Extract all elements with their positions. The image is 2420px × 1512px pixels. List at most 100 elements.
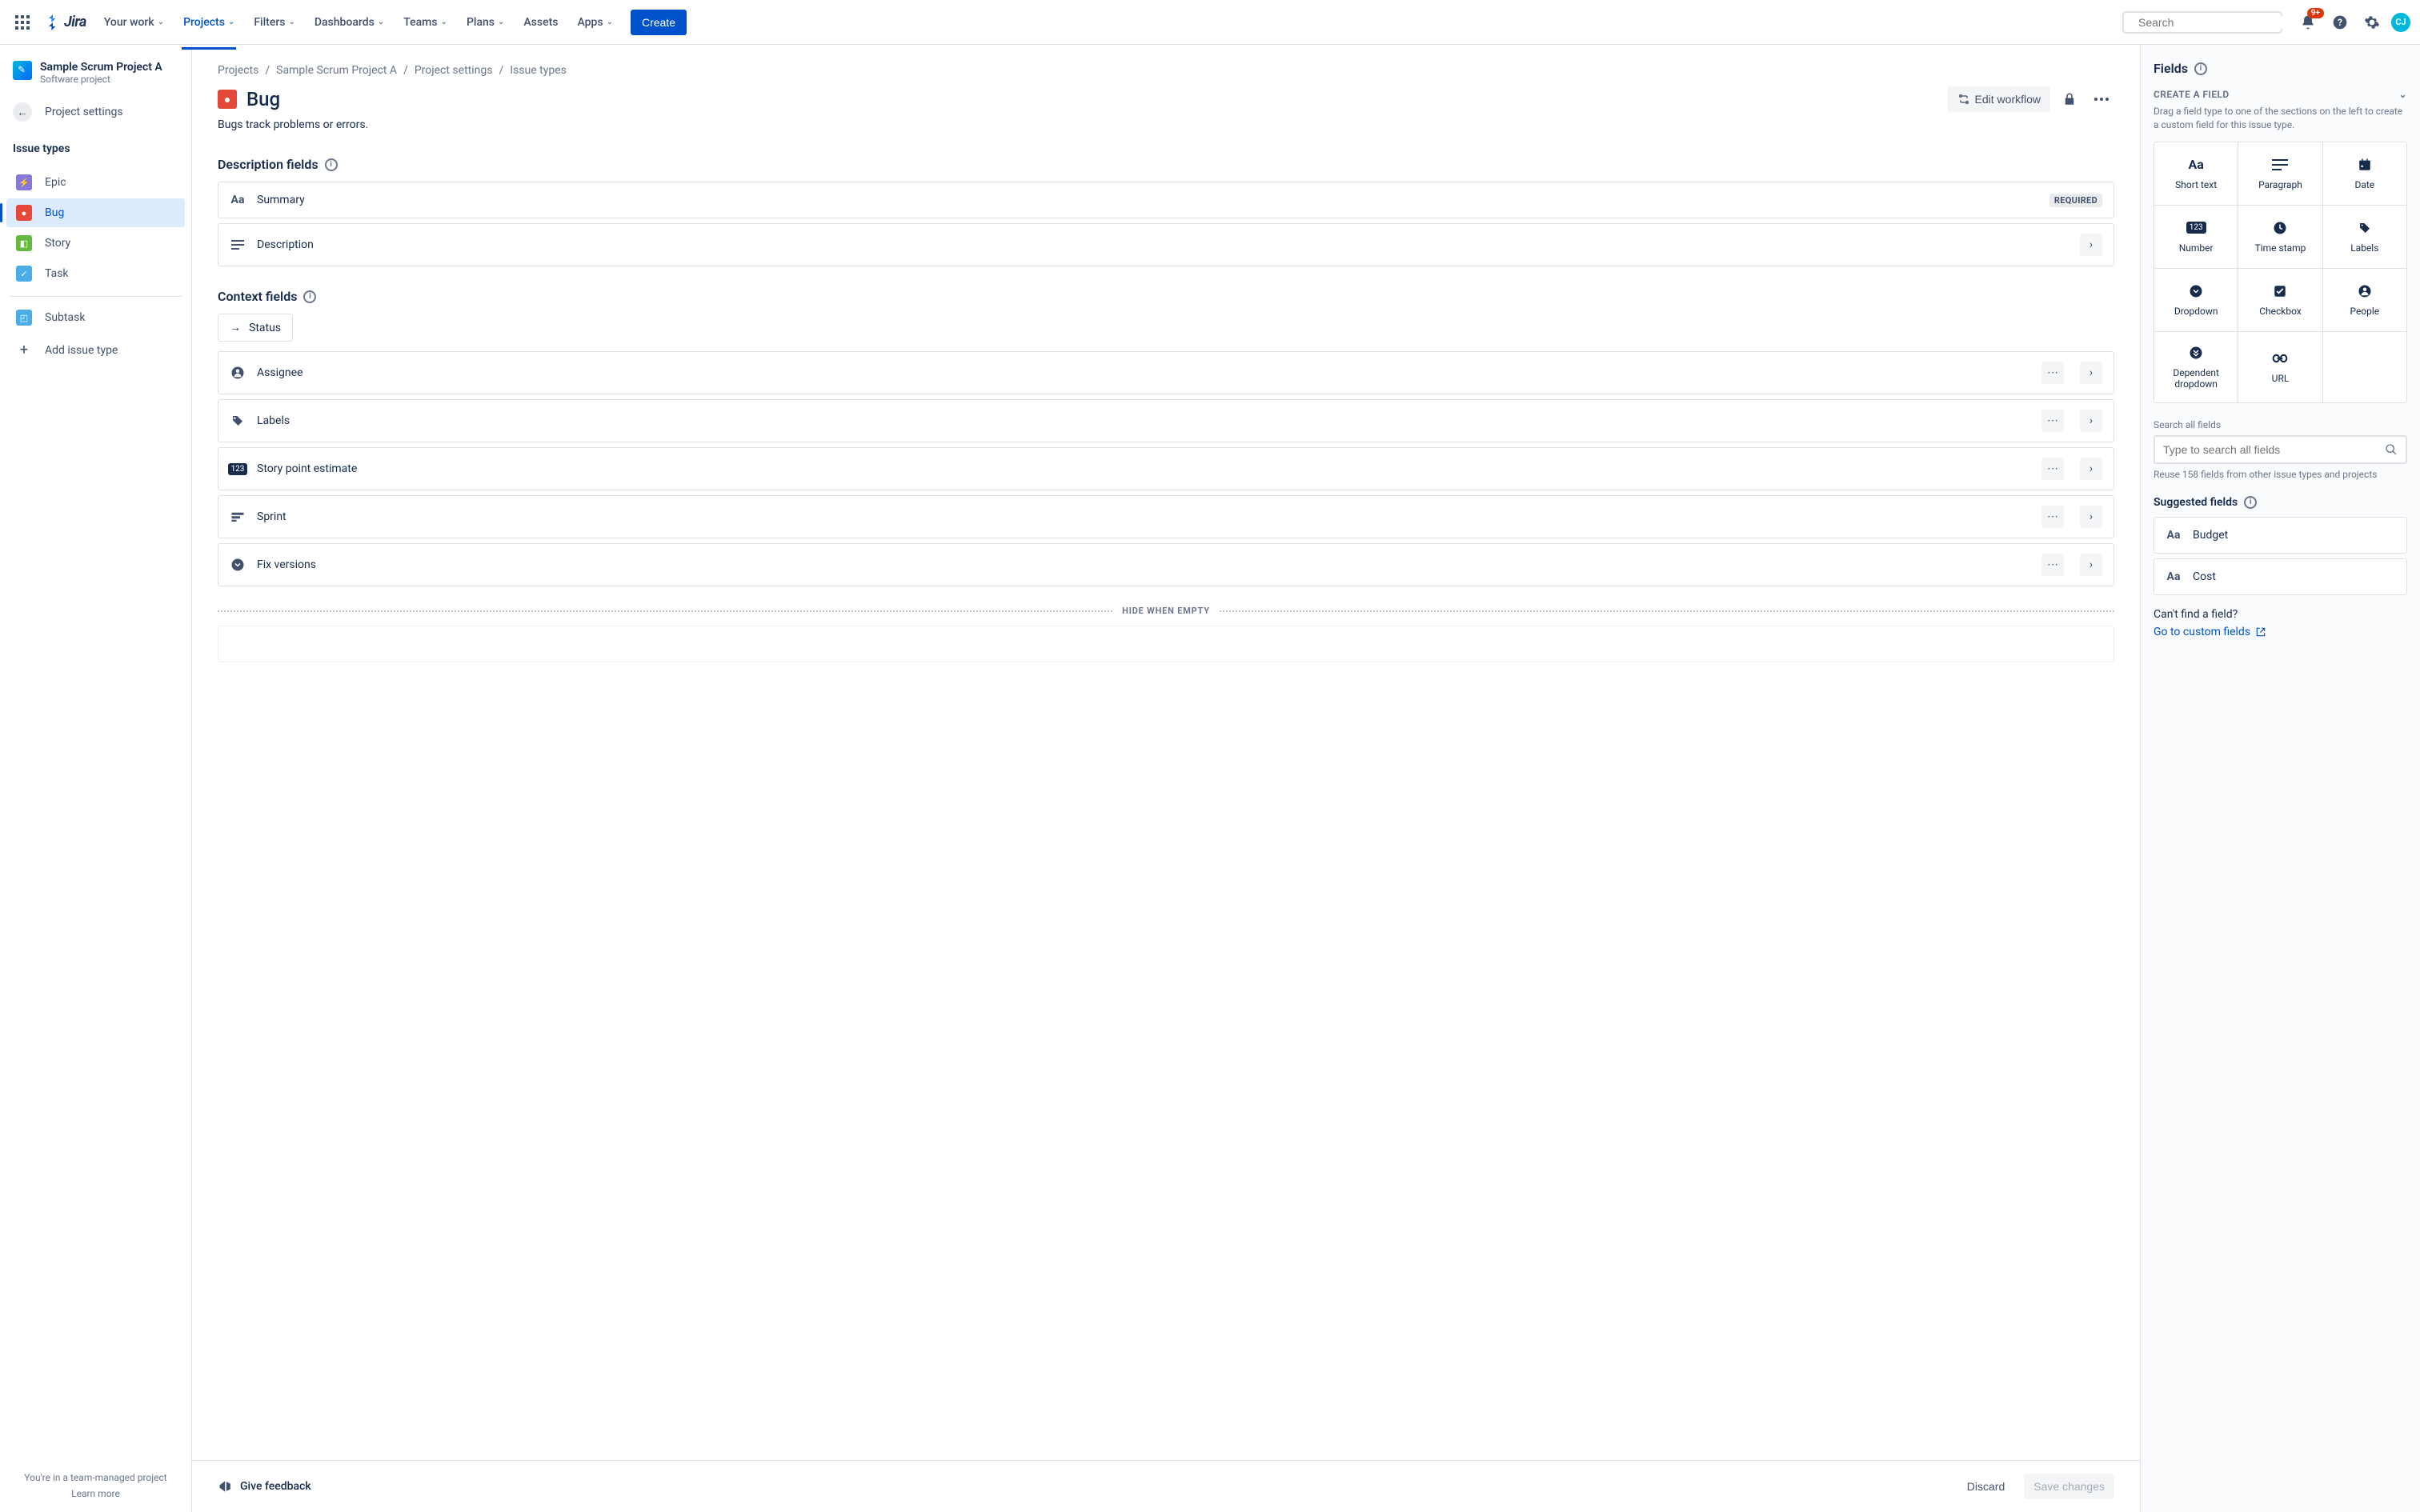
field-type-number[interactable]: 123Number <box>2154 206 2238 268</box>
edit-workflow-button[interactable]: Edit workflow <box>1948 86 2050 112</box>
chevron-down-icon: ⌄ <box>441 18 447 26</box>
expand-icon[interactable]: › <box>2080 458 2102 480</box>
field-type-url[interactable]: URL <box>2238 332 2322 402</box>
breadcrumb-item[interactable]: Project settings <box>415 64 493 77</box>
field-description[interactable]: Description› <box>218 223 2114 266</box>
breadcrumb-item[interactable]: Sample Scrum Project A <box>276 64 397 77</box>
give-feedback-button[interactable]: Give feedback <box>218 1478 311 1494</box>
project-icon <box>13 61 32 80</box>
project-header: Sample Scrum Project A Software project <box>0 45 191 94</box>
search-input[interactable] <box>2122 11 2282 34</box>
breadcrumb-item[interactable]: Issue types <box>510 64 567 77</box>
breadcrumb: Projects/Sample Scrum Project A/Project … <box>218 64 2114 77</box>
cant-find-field: Can't find a field? <box>2154 608 2407 621</box>
story-icon: ◧ <box>16 235 32 251</box>
create-field-heading: CREATE A FIELD <box>2154 89 2230 100</box>
sidebar-item-story[interactable]: ◧Story <box>6 229 185 258</box>
field-story-point-estimate[interactable]: 123Story point estimate⋯› <box>218 447 2114 490</box>
sidebar-item-subtask[interactable]: ◰ Subtask <box>6 303 185 332</box>
discard-button[interactable]: Discard <box>1957 1474 2014 1499</box>
more-icon[interactable]: ⋯ <box>2041 362 2064 384</box>
bug-icon: ● <box>218 90 237 109</box>
nav-assets[interactable]: Assets <box>515 10 566 35</box>
suggested-field-cost[interactable]: AaCost <box>2154 558 2407 595</box>
search-fields-label: Search all fields <box>2154 419 2407 430</box>
info-icon[interactable]: i <box>2244 496 2257 509</box>
lock-icon[interactable] <box>2057 86 2082 112</box>
suggested-field-budget[interactable]: AaBudget <box>2154 517 2407 554</box>
breadcrumb-item[interactable]: Projects <box>218 64 258 77</box>
issue-types-heading: Issue types <box>13 142 178 155</box>
more-icon[interactable]: ⋯ <box>2041 554 2064 576</box>
info-icon[interactable]: i <box>2194 62 2207 75</box>
help-icon[interactable]: ? <box>2327 10 2353 35</box>
expand-icon[interactable]: › <box>2080 362 2102 384</box>
avatar[interactable]: CJ <box>2391 13 2410 32</box>
nav-projects[interactable]: Projects⌄ <box>175 10 242 35</box>
create-button[interactable]: Create <box>631 10 687 35</box>
expand-icon[interactable]: › <box>2080 554 2102 576</box>
field-type-labels[interactable]: Labels <box>2323 206 2406 268</box>
chevron-down-icon[interactable]: ⌄ <box>2399 89 2407 100</box>
chevron-down-icon: ⌄ <box>498 18 504 26</box>
arrow-right-icon: → <box>230 321 241 334</box>
nav-dashboards[interactable]: Dashboards⌄ <box>307 10 392 35</box>
issue-type-description: Bugs track problems or errors. <box>218 118 2114 131</box>
team-managed-note: You're in a team-managed project <box>13 1472 178 1483</box>
info-icon[interactable]: i <box>303 290 316 303</box>
add-issue-type[interactable]: + Add issue type <box>0 334 191 366</box>
bug-icon: ● <box>16 205 32 221</box>
back-to-project-settings[interactable]: ← Project settings <box>0 94 191 130</box>
chevron-down-icon: ⌄ <box>378 18 384 26</box>
create-field-help: Drag a field type to one of the sections… <box>2154 105 2407 132</box>
expand-icon[interactable]: › <box>2080 506 2102 528</box>
suggested-fields-heading: Suggested fields <box>2154 496 2238 509</box>
field-type-dependent-dropdown[interactable]: Dependent dropdown <box>2154 332 2238 402</box>
sidebar-item-epic[interactable]: ⚡Epic <box>6 168 185 197</box>
settings-icon[interactable] <box>2359 10 2385 35</box>
epic-icon: ⚡ <box>16 174 32 190</box>
plus-icon: + <box>16 342 32 358</box>
info-icon[interactable]: i <box>325 158 338 171</box>
search-field[interactable] <box>2138 16 2283 29</box>
field-type-short-text[interactable]: AaShort text <box>2154 142 2238 205</box>
hidden-field-placeholder[interactable] <box>218 626 2114 662</box>
back-arrow-icon: ← <box>13 102 32 122</box>
expand-icon[interactable]: › <box>2080 234 2102 256</box>
chevron-down-icon: ⌄ <box>288 18 294 26</box>
field-type-paragraph[interactable]: Paragraph <box>2238 142 2322 205</box>
field-type-time-stamp[interactable]: Time stamp <box>2238 206 2322 268</box>
jira-logo[interactable]: Jira <box>45 14 86 30</box>
expand-icon[interactable]: › <box>2080 410 2102 432</box>
field-labels[interactable]: Labels⋯› <box>218 399 2114 442</box>
field-summary[interactable]: AaSummaryREQUIRED <box>218 182 2114 218</box>
field-type-dropdown[interactable]: Dropdown <box>2154 269 2238 331</box>
subtask-icon: ◰ <box>16 310 32 326</box>
nav-plans[interactable]: Plans⌄ <box>459 10 512 35</box>
field-type-checkbox[interactable]: Checkbox <box>2238 269 2322 331</box>
description-fields-heading: Description fields <box>218 157 319 172</box>
status-field: → Status <box>218 314 293 342</box>
app-switcher-icon[interactable] <box>10 10 35 35</box>
notifications-icon[interactable]: 9+ <box>2295 10 2321 35</box>
learn-more-link[interactable]: Learn more <box>13 1488 178 1499</box>
more-icon[interactable]: ⋯ <box>2041 506 2064 528</box>
field-type-date[interactable]: Date <box>2323 142 2406 205</box>
field-assignee[interactable]: Assignee⋯› <box>218 351 2114 394</box>
search-fields-input[interactable] <box>2154 435 2407 464</box>
more-icon[interactable]: ⋯ <box>2041 458 2064 480</box>
sidebar-item-bug[interactable]: ●Bug <box>6 198 185 227</box>
more-icon[interactable]: ⋯ <box>2041 410 2064 432</box>
field-sprint[interactable]: Sprint⋯› <box>218 495 2114 538</box>
custom-fields-link[interactable]: Go to custom fields <box>2154 626 2407 638</box>
notification-badge: 9+ <box>2307 8 2324 18</box>
nav-apps[interactable]: Apps⌄ <box>569 10 621 35</box>
more-icon[interactable] <box>2089 86 2114 112</box>
field-type-people[interactable]: People <box>2323 269 2406 331</box>
chevron-down-icon: ⌄ <box>158 18 164 26</box>
nav-teams[interactable]: Teams⌄ <box>395 10 455 35</box>
nav-filters[interactable]: Filters⌄ <box>246 10 303 35</box>
sidebar-item-task[interactable]: ✓Task <box>6 259 185 288</box>
nav-your-work[interactable]: Your work⌄ <box>96 10 172 35</box>
field-fix-versions[interactable]: Fix versions⋯› <box>218 543 2114 586</box>
